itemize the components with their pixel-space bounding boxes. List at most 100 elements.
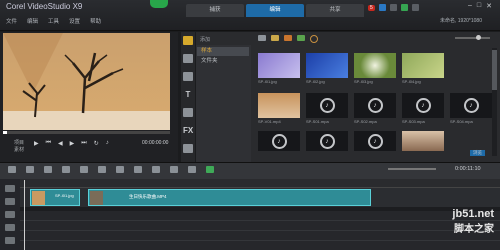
title-icon[interactable]: T: [183, 90, 193, 99]
folder-sample[interactable]: 样本: [197, 47, 249, 56]
audio-disc-icon: ♪: [463, 98, 479, 113]
thumb-sp-i05[interactable]: [402, 131, 444, 151]
tray-icons: 5: [368, 4, 419, 11]
transition-icon[interactable]: [183, 72, 193, 81]
undo-icon[interactable]: [44, 166, 52, 173]
preview-timecode: 00:00:00:00: [142, 140, 169, 146]
graphic-icon[interactable]: [183, 108, 193, 117]
tab-share[interactable]: 共享: [306, 4, 364, 17]
thumb-sp-i03[interactable]: [354, 53, 396, 78]
thumb-sp-i04[interactable]: [402, 53, 444, 78]
path-icon[interactable]: [183, 144, 193, 153]
thumbnail-size-handle[interactable]: [476, 35, 481, 40]
repeat-icon[interactable]: ↻: [94, 140, 99, 147]
maximize-icon[interactable]: □: [477, 2, 481, 10]
tab-capture[interactable]: 捕获: [186, 4, 244, 17]
thumbnail-size-slider[interactable]: [455, 37, 490, 39]
menu-bar: 文件 编辑 工具 设置 帮助: [6, 17, 101, 25]
time-remap-icon[interactable]: [188, 166, 196, 173]
folder-folder[interactable]: 文件夹: [197, 57, 249, 66]
desert-tree-image: [3, 33, 170, 130]
menu-tools[interactable]: 工具: [48, 17, 59, 25]
track-divider: [20, 220, 500, 221]
subtitle-editor-icon[interactable]: [152, 166, 160, 173]
thumb-sp-s04[interactable]: ♪: [450, 93, 492, 118]
menu-file[interactable]: 文件: [6, 17, 17, 25]
track-headers: [0, 179, 20, 250]
minimize-icon[interactable]: –: [468, 2, 472, 10]
library-scroll-thumb[interactable]: [492, 50, 497, 90]
media-icon[interactable]: [183, 36, 193, 45]
notification-badge[interactable]: 5: [368, 4, 375, 11]
playhead[interactable]: [24, 180, 25, 250]
sort-icon[interactable]: [310, 35, 318, 43]
library-category-bar: T FX: [181, 32, 195, 162]
filter-icon[interactable]: FX: [183, 126, 193, 135]
voice-track-icon[interactable]: [5, 237, 15, 244]
tab-edit[interactable]: 编辑: [246, 4, 304, 17]
green-app-icon[interactable]: [400, 4, 408, 11]
thumb-sp-i01[interactable]: [258, 53, 300, 78]
project-mode-label[interactable]: 项目: [14, 140, 24, 147]
thumb-caption: SP-I02.jpg: [306, 79, 325, 84]
mask-creator-icon[interactable]: [206, 166, 214, 173]
auto-music-icon[interactable]: [116, 166, 124, 173]
thumb-sp-s05[interactable]: ♪: [258, 131, 300, 151]
timeline-ruler[interactable]: [20, 179, 500, 188]
instant-project-icon[interactable]: [183, 54, 193, 63]
scrubber-track[interactable]: [3, 131, 170, 134]
menu-edit[interactable]: 编辑: [27, 17, 38, 25]
prev-frame-icon[interactable]: ◀: [58, 140, 63, 147]
track-divider: [20, 240, 500, 241]
folder-icon[interactable]: [258, 35, 266, 41]
motion-tracking-icon[interactable]: [134, 166, 142, 173]
storyboard-view-icon[interactable]: [8, 166, 16, 173]
add-folder-button[interactable]: 添加: [200, 36, 210, 43]
clip-thumbnail: [32, 191, 45, 205]
close-icon[interactable]: ✕: [486, 2, 492, 10]
workspace-tabs: 捕获 编辑 共享: [186, 4, 364, 17]
audio-disc-icon: ♪: [415, 98, 431, 113]
multi-camera-icon[interactable]: [170, 166, 178, 173]
add-track-icon[interactable]: [5, 185, 15, 192]
video-track-icon[interactable]: [5, 198, 15, 205]
thumb-sp-s06[interactable]: ♪: [306, 131, 348, 151]
play-icon[interactable]: ▶: [34, 140, 39, 147]
next-frame-icon[interactable]: ▶: [70, 140, 75, 147]
scrubber-handle[interactable]: [3, 131, 7, 134]
window-controls: – □ ✕: [468, 2, 492, 10]
thumb-caption: SP-I01.jpg: [258, 79, 277, 84]
overlay-track-icon[interactable]: [5, 211, 15, 218]
thumb-sp-s03[interactable]: ♪: [402, 93, 444, 118]
project-clip-toggle[interactable]: 项目 素材: [14, 140, 24, 154]
green-dropdown-button[interactable]: [150, 0, 168, 8]
timeline-zoom-slider[interactable]: [388, 168, 436, 170]
end-icon[interactable]: ⏭: [81, 140, 86, 147]
user-icon[interactable]: [389, 4, 397, 11]
redo-icon[interactable]: [62, 166, 70, 173]
timeline-view-icon[interactable]: [26, 166, 34, 173]
menu-settings[interactable]: 设置: [69, 17, 80, 25]
show-photo-icon[interactable]: [284, 35, 292, 41]
cloud-icon[interactable]: [378, 4, 386, 11]
clip-video[interactable]: 生日快乐歌曲.MP4: [88, 189, 371, 206]
thumb-sp-s02[interactable]: ♪: [354, 93, 396, 118]
thumb-sp-i02[interactable]: [306, 53, 348, 78]
record-capture-icon[interactable]: [80, 166, 88, 173]
home-icon[interactable]: ⏮: [46, 140, 51, 147]
title-track-icon[interactable]: [5, 224, 15, 231]
show-audio-icon[interactable]: [297, 35, 305, 41]
volume-icon[interactable]: ♪: [106, 140, 109, 146]
settings-icon[interactable]: [411, 4, 419, 11]
sound-mixer-icon[interactable]: [98, 166, 106, 173]
show-video-icon[interactable]: [271, 35, 279, 41]
browse-button[interactable]: 浏览: [470, 150, 485, 156]
thumb-sp-v01[interactable]: [258, 93, 300, 118]
clip-mode-label[interactable]: 素材: [14, 147, 24, 154]
thumb-sp-s01[interactable]: ♪: [306, 93, 348, 118]
menu-help[interactable]: 帮助: [90, 17, 101, 25]
clip-thumbnail: [90, 191, 103, 205]
thumb-sp-s07[interactable]: ♪: [354, 131, 396, 151]
clip-image[interactable]: SP-I01.jpg: [30, 189, 80, 206]
thumb-caption: SP-I03.jpg: [354, 79, 373, 84]
